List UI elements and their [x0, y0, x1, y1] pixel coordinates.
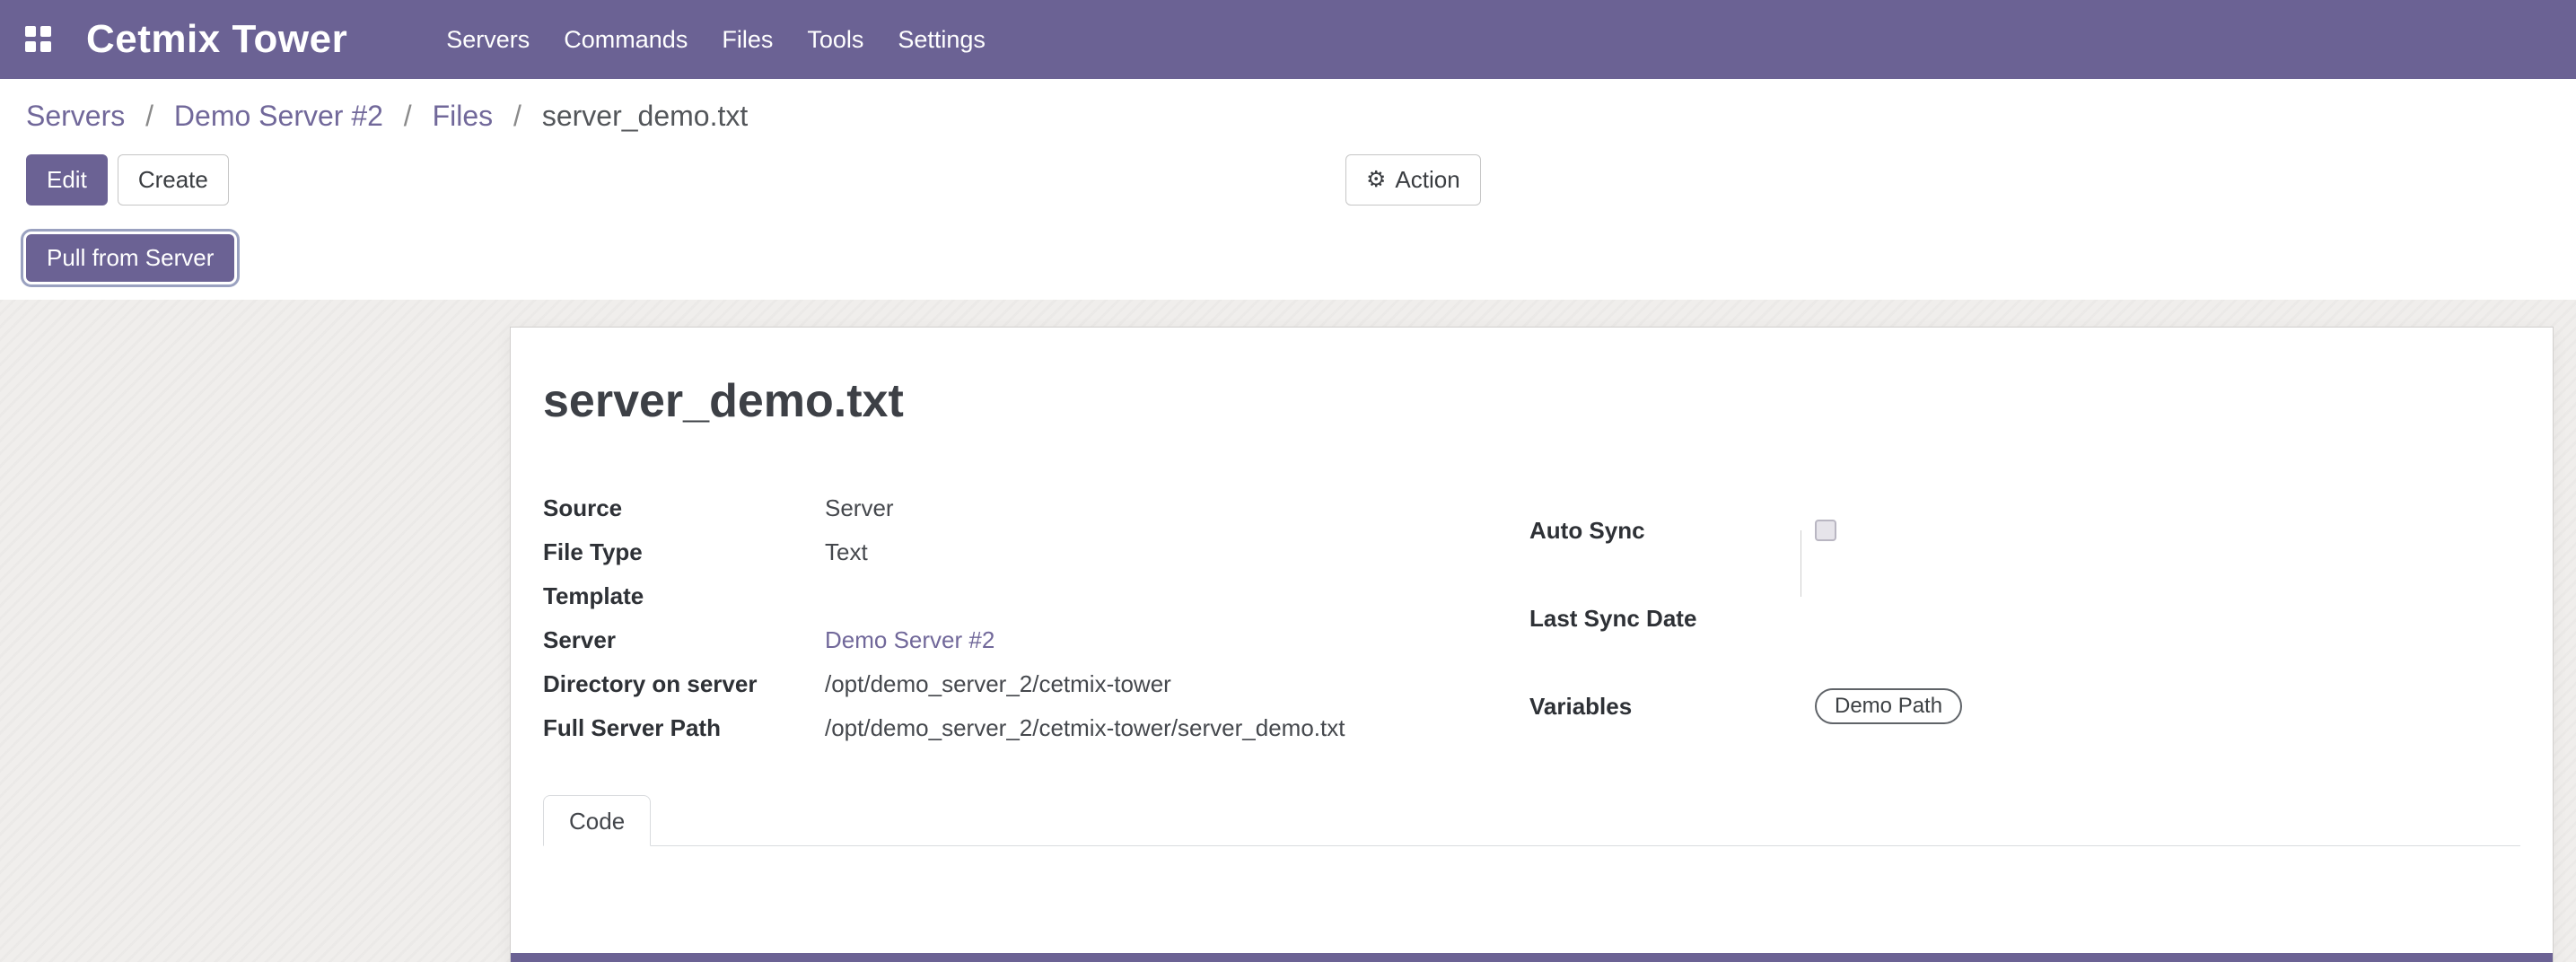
field-row-file-type: File Type Text — [543, 530, 1529, 574]
screen: Cetmix Tower Servers Commands Files Tool… — [0, 0, 2576, 962]
field-label-auto-sync: Auto Sync — [1529, 486, 1815, 574]
field-value-source: Server — [825, 486, 1529, 530]
field-row-template: Template — [543, 574, 1529, 618]
breadcrumb-item-demo-server[interactable]: Demo Server #2 — [174, 100, 383, 132]
notebook-tabs: Code — [543, 795, 2520, 846]
field-label-directory: Directory on server — [543, 662, 825, 706]
field-row-server: Server Demo Server #2 — [543, 618, 1529, 662]
control-panel-buttons: Edit Create ⚙ Action — [26, 154, 2576, 206]
field-groups: Source Server File Type Text Template Se… — [543, 486, 2520, 750]
menu-item-files[interactable]: Files — [722, 26, 773, 54]
field-row-full-path: Full Server Path /opt/demo_server_2/cetm… — [543, 706, 1529, 750]
content-area: server_demo.txt Source Server File Type … — [0, 300, 2576, 962]
apps-menu-icon[interactable] — [25, 26, 52, 53]
menu-item-tools[interactable]: Tools — [807, 26, 863, 54]
field-label-template: Template — [543, 574, 825, 618]
form-sheet: server_demo.txt Source Server File Type … — [510, 327, 2554, 962]
field-row-directory: Directory on server /opt/demo_server_2/c… — [543, 662, 1529, 706]
breadcrumb: Servers / Demo Server #2 / Files / serve… — [26, 97, 2576, 135]
menu-item-servers[interactable]: Servers — [446, 26, 530, 54]
auto-sync-checkbox[interactable] — [1815, 520, 1836, 541]
field-label-server: Server — [543, 618, 825, 662]
field-label-full-path: Full Server Path — [543, 706, 825, 750]
field-row-variables: Variables Demo Path — [1529, 662, 2520, 750]
menu-item-commands[interactable]: Commands — [564, 26, 688, 54]
create-button[interactable]: Create — [118, 154, 229, 206]
breadcrumb-current: server_demo.txt — [542, 100, 748, 132]
code-editor[interactable] — [511, 953, 2553, 962]
field-group-right: Auto Sync Last Sync Date Variables Demo … — [1529, 486, 2520, 750]
breadcrumb-separator: / — [145, 100, 153, 132]
pull-from-server-button[interactable]: Pull from Server — [26, 234, 234, 282]
field-row-last-sync-date: Last Sync Date — [1529, 574, 2520, 662]
edit-button[interactable]: Edit — [26, 154, 108, 206]
action-menu-label: Action — [1395, 166, 1459, 194]
breadcrumb-item-servers[interactable]: Servers — [26, 100, 125, 132]
field-value-directory: /opt/demo_server_2/cetmix-tower — [825, 662, 1529, 706]
field-value-template — [825, 574, 1529, 618]
field-value-file-type: Text — [825, 530, 1529, 574]
tab-code[interactable]: Code — [543, 795, 651, 846]
field-row-source: Source Server — [543, 486, 1529, 530]
field-group-left: Source Server File Type Text Template Se… — [543, 486, 1529, 750]
breadcrumb-item-files[interactable]: Files — [433, 100, 494, 132]
apps-menu-icon-square — [40, 41, 51, 52]
breadcrumb-separator: / — [513, 100, 521, 132]
field-label-source: Source — [543, 486, 825, 530]
field-row-auto-sync: Auto Sync — [1529, 486, 2520, 574]
field-label-variables: Variables — [1529, 662, 1815, 750]
field-label-last-sync-date: Last Sync Date — [1529, 574, 1815, 662]
field-value-server-link[interactable]: Demo Server #2 — [825, 626, 994, 653]
field-value-last-sync-date — [1815, 574, 2520, 662]
apps-menu-icon-square — [25, 26, 36, 37]
header-button-bar: Pull from Server — [26, 234, 2576, 282]
breadcrumb-separator: / — [404, 100, 412, 132]
field-label-file-type: File Type — [543, 530, 825, 574]
record-title: server_demo.txt — [543, 372, 2520, 431]
apps-menu-icon-square — [25, 41, 36, 52]
control-panel: Servers / Demo Server #2 / Files / serve… — [0, 79, 2576, 300]
apps-menu-icon-square — [40, 26, 51, 37]
variable-tag[interactable]: Demo Path — [1815, 688, 1962, 724]
action-menu-button[interactable]: ⚙ Action — [1345, 154, 1481, 206]
menu-item-settings[interactable]: Settings — [898, 26, 986, 54]
top-navbar: Cetmix Tower Servers Commands Files Tool… — [0, 0, 2576, 79]
gear-icon: ⚙ — [1366, 169, 1386, 191]
field-value-full-path: /opt/demo_server_2/cetmix-tower/server_d… — [825, 706, 1529, 750]
main-menu: Servers Commands Files Tools Settings — [446, 26, 986, 54]
app-brand[interactable]: Cetmix Tower — [86, 17, 347, 62]
